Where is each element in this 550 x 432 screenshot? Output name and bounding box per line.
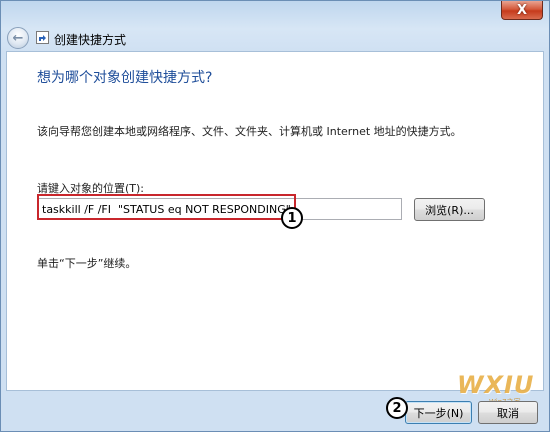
wizard-description: 该向导帮您创建本地或网络程序、文件、文件夹、计算机或 Internet 地址的快… xyxy=(37,125,462,138)
wizard-content: 想为哪个对象创建快捷方式? 该向导帮您创建本地或网络程序、文件、文件夹、计算机或… xyxy=(6,51,544,391)
back-button[interactable]: ← xyxy=(7,27,29,49)
step-2-badge: 2 xyxy=(386,397,408,419)
next-button[interactable]: 下一步(N) xyxy=(405,401,472,424)
close-button[interactable]: X xyxy=(501,1,543,20)
browse-button[interactable]: 浏览(R)... xyxy=(414,198,485,221)
location-input[interactable] xyxy=(37,198,402,220)
title-bar: X ← 创建快捷方式 xyxy=(1,1,549,51)
next-step-hint: 单击“下一步”继续。 xyxy=(37,257,137,270)
cancel-button[interactable]: 取消 xyxy=(478,401,538,424)
window-title: 创建快捷方式 xyxy=(54,33,127,47)
page-heading: 想为哪个对象创建快捷方式? xyxy=(37,70,213,86)
back-arrow-icon: ← xyxy=(12,30,24,46)
location-label: 请键入对象的位置(T): xyxy=(37,182,145,195)
create-shortcut-window: X ← 创建快捷方式 想为哪个对象创建快捷方式? 该向导帮您创建本地或网络程序、… xyxy=(0,0,550,432)
step-1-badge: 1 xyxy=(281,207,303,229)
shortcut-icon xyxy=(36,31,49,44)
